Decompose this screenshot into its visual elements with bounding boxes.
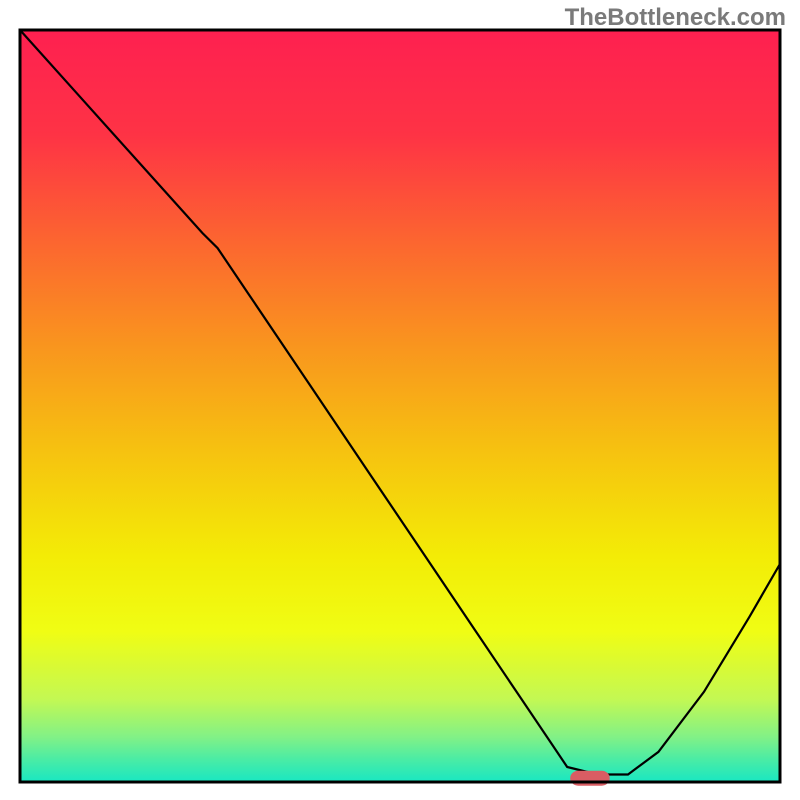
chart-background <box>20 30 780 782</box>
bottleneck-chart <box>0 0 800 800</box>
watermark-text: TheBottleneck.com <box>565 4 786 32</box>
